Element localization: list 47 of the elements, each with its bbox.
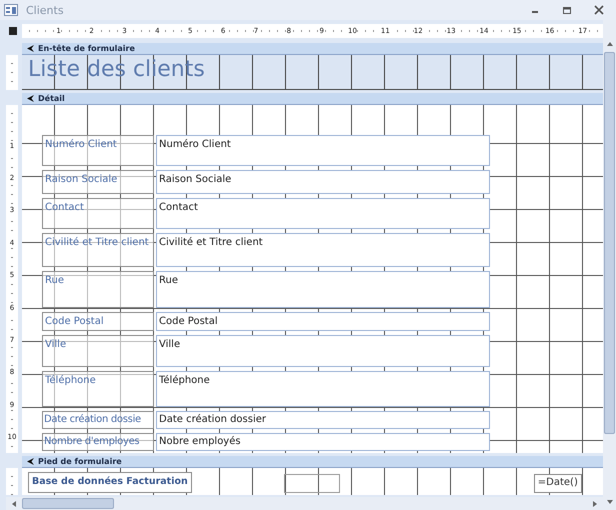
text-box[interactable]: Téléphone: [156, 371, 490, 408]
maximize-icon[interactable]: [562, 5, 572, 15]
text-box[interactable]: Civilité et Titre client: [156, 233, 490, 268]
footer-label[interactable]: Base de données Facturation: [28, 472, 192, 494]
close-icon[interactable]: [594, 5, 604, 15]
window-title: Clients: [26, 4, 64, 16]
section-title: En-tête de formulaire: [38, 44, 135, 53]
scroll-right-icon[interactable]: [591, 500, 599, 508]
text-box[interactable]: Contact: [156, 198, 490, 230]
text-box[interactable]: Rue: [156, 271, 490, 308]
section-bar[interactable]: Pied de formulaire: [22, 456, 603, 468]
horizontal-scrollbar[interactable]: [6, 497, 603, 510]
field-label[interactable]: Raison Sociale: [42, 170, 154, 194]
section-title: Pied de formulaire: [38, 457, 122, 466]
text-box[interactable]: Date création dossier: [156, 411, 490, 430]
text-box[interactable]: Nobre employés: [156, 433, 490, 452]
form-selector[interactable]: [9, 26, 17, 35]
section-marker-icon: [26, 94, 35, 104]
form-icon: [4, 4, 18, 16]
section-marker-icon: [26, 44, 35, 53]
section-bar[interactable]: En-tête de formulaire: [22, 42, 603, 55]
scroll-down-icon[interactable]: [606, 498, 614, 506]
section-title: Détail: [38, 94, 65, 104]
scroll-left-icon[interactable]: [10, 500, 18, 508]
field-label[interactable]: Rue: [42, 271, 154, 308]
field-label[interactable]: Ville: [42, 335, 154, 368]
field-label[interactable]: Date création dossie: [42, 411, 154, 430]
field-label[interactable]: Contact: [42, 198, 154, 230]
vertical-scrollbar[interactable]: [603, 20, 616, 510]
vertical-ruler: [6, 54, 18, 90]
text-box[interactable]: Code Postal: [156, 312, 490, 332]
vertical-ruler: [6, 468, 18, 496]
text-box[interactable]: Numéro Client: [156, 135, 490, 166]
scroll-thumb[interactable]: [604, 52, 615, 434]
field-label[interactable]: Code Postal: [42, 312, 154, 332]
text-box[interactable]: Ville: [156, 335, 490, 368]
field-label[interactable]: Nombre d'employes: [42, 433, 154, 452]
date-text-box[interactable]: =Date(): [534, 474, 582, 494]
section-marker-icon: [26, 457, 35, 466]
scroll-thumb[interactable]: [22, 498, 114, 510]
section-bar[interactable]: Détail: [22, 93, 603, 106]
scroll-up-icon[interactable]: [606, 40, 614, 48]
text-box[interactable]: Raison Sociale: [156, 170, 490, 194]
field-label[interactable]: Numéro Client: [42, 135, 154, 166]
field-label[interactable]: Téléphone: [42, 371, 154, 408]
empty-box[interactable]: [284, 474, 340, 494]
field-label[interactable]: Civilité et Titre client: [42, 233, 154, 268]
